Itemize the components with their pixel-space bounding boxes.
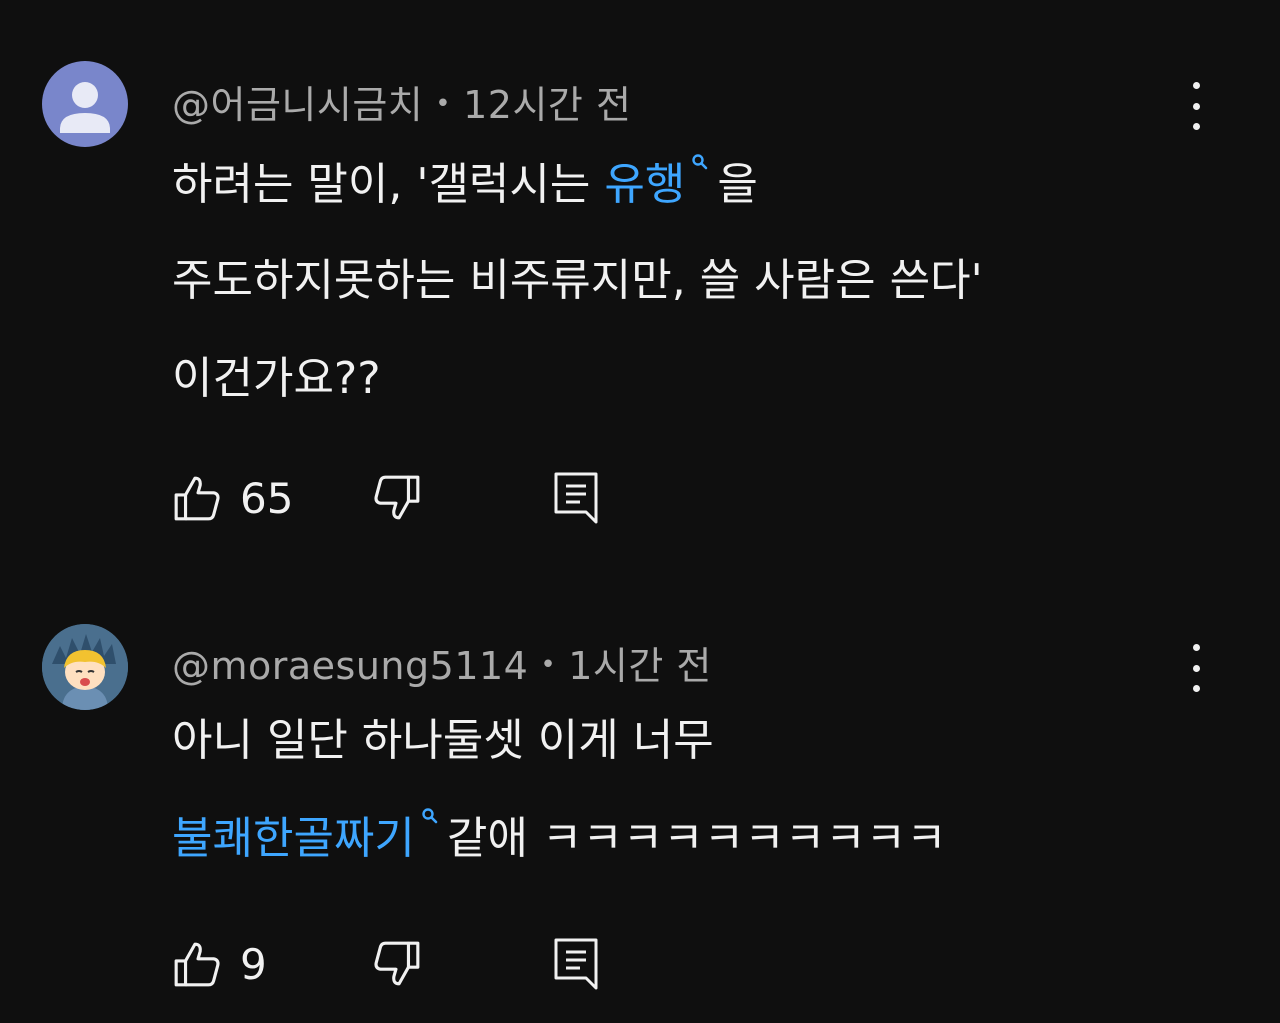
dislike-button[interactable] [372,936,422,992]
comment-text-segment: 하려는 말이, '갤럭시는 [172,159,605,210]
like-button[interactable]: 65 [172,470,293,526]
comment-text: 하려는 말이, '갤럭시는 유행 을 주도하지못하는 비주류지만, 쓸 사람은 쓴… [172,153,1212,447]
reply-button[interactable] [552,936,600,992]
search-link[interactable]: 유행 [604,159,685,210]
anime-character-avatar-icon [42,624,128,710]
thumb-up-icon [174,476,220,521]
like-button[interactable]: 9 [172,936,267,992]
search-icon[interactable] [421,807,439,825]
comment-text-segment: 아니 일단 하나둘셋 이게 너무 [172,715,714,766]
ellipsis-dot [1192,123,1200,130]
vertical-ellipsis-icon [1192,644,1200,651]
reply-comment-icon [554,472,598,524]
thumb-down-icon [374,475,420,520]
meta-separator: • [540,650,557,680]
default-avatar-icon [60,82,110,133]
vertical-ellipsis-icon [1192,82,1200,89]
more-options-button[interactable] [1176,644,1216,692]
like-count: 9 [240,939,267,989]
comment-line: 아니 일단 하나둘셋 이게 너무 [172,711,1212,807]
comment-line: 주도하지못하는 비주류지만, 쓸 사람은 쓴다' [172,251,1212,349]
comment-text-segment: 주도하지못하는 비주류지만, 쓸 사람은 쓴다' [172,255,983,306]
ellipsis-dot [1192,102,1200,110]
search-link[interactable]: 불쾌한골짜기 [172,813,415,864]
comment-item: @moraesung5114 • 1시간 전 아니 일단 하나둘셋 이게 너무 불쾌… [0,580,1280,1023]
like-count: 65 [240,473,294,523]
comment-time: 1시간 전 [568,644,712,688]
comment-line: 불쾌한골짜기 같애 ㅋㅋㅋㅋㅋㅋㅋㅋㅋㅋ [172,807,1212,903]
author-name[interactable]: @moraesung5114 [172,644,528,688]
comment-text-segment: 같애 ㅋㅋㅋㅋㅋㅋㅋㅋㅋㅋ [446,813,947,864]
comment-line: 이건가요?? [172,349,1212,447]
search-icon[interactable] [691,153,709,171]
avatar[interactable] [42,61,128,147]
comment-text-segment: 을 [717,159,758,210]
reply-comment-icon [554,938,598,990]
comment-meta: @어금니시금치 • 12시간 전 [172,74,631,129]
comment-line: 하려는 말이, '갤럭시는 유행 을 [172,153,1212,251]
thumb-down-icon [374,941,420,986]
comment-time: 12시간 전 [463,83,632,127]
reply-button[interactable] [552,470,600,526]
comment-text: 아니 일단 하나둘셋 이게 너무 불쾌한골짜기 같애 ㅋㅋㅋㅋㅋㅋㅋㅋㅋㅋ [172,711,1212,903]
comment-text-segment: 이건가요?? [172,353,381,404]
meta-separator: • [435,89,452,119]
author-name[interactable]: @어금니시금치 [172,83,423,127]
ellipsis-dot [1192,685,1200,692]
thumb-up-icon [174,942,220,987]
comment-meta: @moraesung5114 • 1시간 전 [172,635,712,690]
more-options-button[interactable] [1176,82,1216,130]
dislike-button[interactable] [372,470,422,526]
avatar[interactable] [42,624,128,710]
comment-item: @어금니시금치 • 12시간 전 하려는 말이, '갤럭시는 유행 을 주도하지못하는… [0,0,1280,580]
ellipsis-dot [1192,664,1200,672]
